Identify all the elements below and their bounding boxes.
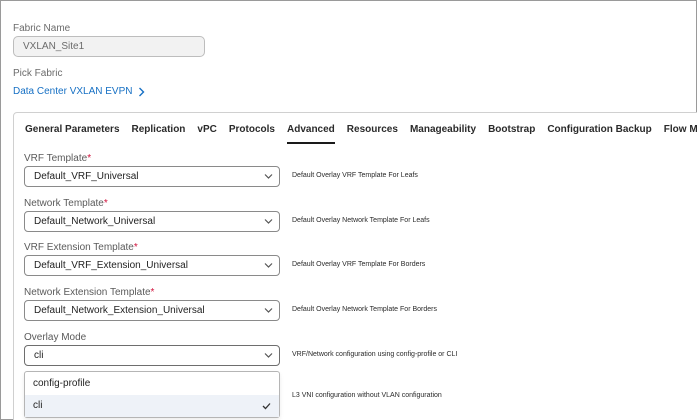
overlay-mode-help: VRF/Network configuration using config-p… <box>292 351 458 358</box>
tab-resources[interactable]: Resources <box>347 124 398 144</box>
overlay-mode-select[interactable]: cli <box>24 345 280 366</box>
vrf-extension-template-label: VRF Extension Template* <box>24 242 138 253</box>
overlay-mode-value: cli <box>34 350 44 361</box>
chevron-down-icon <box>264 174 273 179</box>
network-extension-template-help: Default Overlay Network Template For Bor… <box>292 306 437 313</box>
overlay-option-config-profile[interactable]: config-profile <box>25 373 279 395</box>
fabric-name-label: Fabric Name <box>13 23 71 34</box>
vrf-template-value: Default_VRF_Universal <box>34 171 139 182</box>
vrf-template-select[interactable]: Default_VRF_Universal <box>24 166 280 187</box>
overlay-option-cli[interactable]: cli <box>25 395 279 417</box>
chevron-down-icon <box>264 263 273 268</box>
overlay-option-cli-label: cli <box>33 400 43 411</box>
tab-flow-monitor[interactable]: Flow Monitor <box>664 124 697 144</box>
chevron-down-icon <box>264 308 273 313</box>
tab-advanced[interactable]: Advanced <box>287 124 335 144</box>
chevron-right-icon <box>138 87 144 96</box>
network-extension-template-select[interactable]: Default_Network_Extension_Universal <box>24 300 280 321</box>
tab-configuration-backup[interactable]: Configuration Backup <box>547 124 651 144</box>
pick-fabric-label: Pick Fabric <box>13 68 63 79</box>
network-template-value: Default_Network_Universal <box>34 216 156 227</box>
chevron-down-icon <box>264 353 273 358</box>
tab-vpc[interactable]: vPC <box>197 124 216 144</box>
vrf-extension-template-help: Default Overlay VRF Template For Borders <box>292 261 426 268</box>
chevron-down-icon <box>264 219 273 224</box>
network-template-label: Network Template* <box>24 198 108 209</box>
network-extension-template-label: Network Extension Template* <box>24 287 155 298</box>
pick-fabric-link[interactable]: Data Center VXLAN EVPN <box>13 86 145 97</box>
pick-fabric-value: Data Center VXLAN EVPN <box>13 86 133 97</box>
tab-protocols[interactable]: Protocols <box>229 124 275 144</box>
tab-manageability[interactable]: Manageability <box>410 124 476 144</box>
tab-bootstrap[interactable]: Bootstrap <box>488 124 535 144</box>
tab-general-parameters[interactable]: General Parameters <box>25 124 120 144</box>
fabric-name-input[interactable]: VXLAN_Site1 <box>13 36 205 57</box>
overlay-mode-dropdown: config-profile cli <box>24 371 280 418</box>
vrf-template-label: VRF Template* <box>24 153 92 164</box>
fabric-settings-panel: General Parameters Replication vPC Proto… <box>13 112 697 420</box>
check-icon <box>262 403 271 410</box>
overlay-mode-label: Overlay Mode <box>24 332 87 343</box>
tab-replication[interactable]: Replication <box>132 124 186 144</box>
network-template-help: Default Overlay Network Template For Lea… <box>292 217 430 224</box>
network-template-select[interactable]: Default_Network_Universal <box>24 211 280 232</box>
vrf-extension-template-select[interactable]: Default_VRF_Extension_Universal <box>24 255 280 276</box>
vrf-template-help: Default Overlay VRF Template For Leafs <box>292 172 418 179</box>
window-frame: Fabric Name VXLAN_Site1 Pick Fabric Data… <box>0 0 697 420</box>
settings-tabs: General Parameters Replication vPC Proto… <box>25 124 697 144</box>
vrf-extension-template-value: Default_VRF_Extension_Universal <box>34 260 188 271</box>
network-extension-template-value: Default_Network_Extension_Universal <box>34 305 205 316</box>
l3-vni-help: L3 VNI configuration without VLAN config… <box>292 392 442 399</box>
